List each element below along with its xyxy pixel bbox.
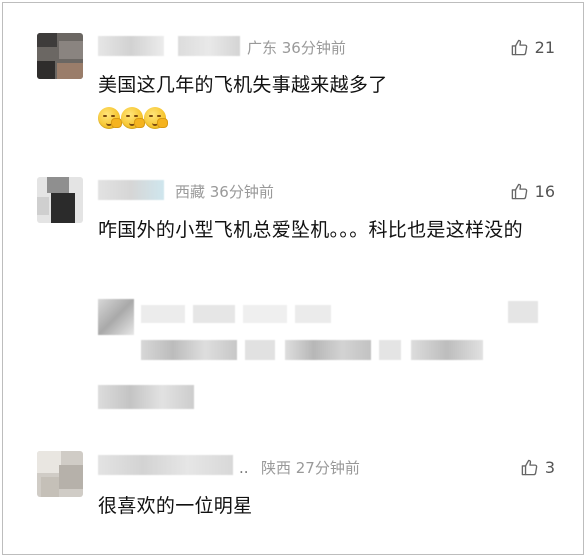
avatar[interactable] (37, 451, 83, 497)
comment-list: 广东 36分钟前 21 美国这几年的飞机失事越来越多了 西藏 36分钟前 16 … (2, 2, 584, 555)
location-time: 西藏 36分钟前 (175, 183, 274, 201)
thumbs-up-icon (510, 182, 529, 201)
username-blurred[interactable] (98, 455, 233, 475)
thinking-face-icon (98, 107, 122, 129)
thumbs-up-icon (510, 38, 529, 57)
avatar[interactable] (37, 33, 83, 79)
location-time: 广东 36分钟前 (247, 39, 346, 57)
like-count: 21 (534, 37, 555, 57)
comment-text: 很喜欢的一位明星 (98, 495, 253, 517)
thumbs-up-icon (520, 458, 539, 477)
like-button[interactable]: 21 (510, 38, 555, 57)
ellipsis: .. (239, 459, 249, 477)
thinking-face-icon (121, 107, 145, 129)
comment-text: 咋国外的小型飞机总爱坠机。。。科比也是这样没的 (98, 219, 523, 241)
like-button[interactable]: 16 (510, 182, 555, 201)
avatar[interactable] (37, 177, 83, 223)
username-blurred[interactable] (98, 180, 164, 200)
like-button[interactable]: 3 (520, 458, 555, 477)
like-count: 3 (544, 457, 555, 477)
username-blurred (178, 36, 240, 56)
location-time: 陕西 27分钟前 (261, 459, 360, 477)
like-count: 16 (534, 181, 555, 201)
thinking-face-icon (144, 107, 168, 129)
emoji-row (98, 107, 168, 129)
comment-text: 美国这几年的飞机失事越来越多了 (98, 74, 388, 96)
username-blurred[interactable] (98, 36, 164, 56)
